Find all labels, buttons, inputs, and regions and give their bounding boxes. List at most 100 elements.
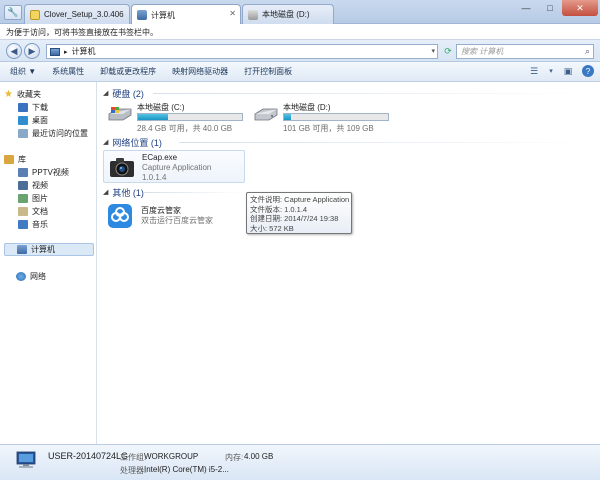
navigation-pane: ★ 收藏夹 下载 桌面 最近访问的位置 库 PPTV视频 视频 图片 文档 音乐… xyxy=(0,82,97,444)
tooltip-created: 创建日期: 2014/7/24 19:38 xyxy=(250,214,339,223)
chevron-down-icon[interactable]: ▾ xyxy=(548,65,554,77)
group-header-other[interactable]: ◢ 其他 (1) xyxy=(103,185,144,199)
minimize-button[interactable]: — xyxy=(514,0,538,16)
view-options-icon[interactable]: ☰ xyxy=(528,65,540,77)
preview-pane-icon[interactable]: ▣ xyxy=(562,65,574,77)
nav-item-desktop[interactable]: 桌面 xyxy=(18,114,48,127)
search-icon[interactable]: ⌕ xyxy=(585,46,590,57)
help-icon[interactable]: ? xyxy=(582,65,594,77)
organize-menu[interactable]: 组织 ▼ xyxy=(0,66,44,77)
open-control-panel-button[interactable]: 打开控制面板 xyxy=(236,66,300,77)
collapse-triangle-icon: ◢ xyxy=(103,189,109,196)
drive-d[interactable]: 本地磁盘 (D:) 101 GB 可用，共 109 GB xyxy=(253,102,393,138)
file-tooltip: 文件说明: Capture Application 文件版本: 1.0.1.4 … xyxy=(246,192,352,234)
system-drive-icon xyxy=(108,107,132,121)
map-network-drive-button[interactable]: 映射网络驱动器 xyxy=(164,66,236,77)
nav-libraries[interactable]: 库 xyxy=(4,153,26,166)
group-divider xyxy=(179,142,593,143)
nav-label: 音乐 xyxy=(32,220,48,229)
nav-item-pptv[interactable]: PPTV视频 xyxy=(18,166,69,179)
workgroup-value: WORKGROUP xyxy=(144,452,199,461)
nav-label: 桌面 xyxy=(32,116,48,125)
view-controls: ☰ ▾ ▣ ? xyxy=(528,65,594,77)
tab-drive-d[interactable]: 本地磁盘 (D:) xyxy=(242,4,334,24)
memory-value: 4.00 GB xyxy=(244,452,274,461)
bookmark-hint-bar: 为便于访问，可将书签直接放在书签栏中。 xyxy=(0,24,600,40)
tab-label: 计算机 xyxy=(151,10,175,20)
nav-item-recent[interactable]: 最近访问的位置 xyxy=(18,127,88,140)
content-pane: ◢ 硬盘 (2) 本地磁盘 (C:) 28.4 GB 可用，共 40.0 GB … xyxy=(97,82,600,444)
nav-label: PPTV视频 xyxy=(32,168,69,177)
tab-clover-setup[interactable]: Clover_Setup_3.0.406 xyxy=(24,4,130,24)
group-header-disks[interactable]: ◢ 硬盘 (2) xyxy=(103,86,144,100)
address-bar[interactable]: ▸ 计算机 ▾ xyxy=(46,44,438,59)
forward-button[interactable]: ▶ xyxy=(24,43,40,59)
computer-name: USER-20140724LG xyxy=(48,451,129,461)
drive-usage-bar xyxy=(283,113,389,121)
nav-item-pictures[interactable]: 图片 xyxy=(18,192,48,205)
nav-label: 收藏夹 xyxy=(16,90,41,99)
other-item-baidu[interactable]: 百度云管家 双击运行百度云管家 xyxy=(103,200,245,233)
drive-usage-bar xyxy=(137,113,243,121)
nav-item-documents[interactable]: 文档 xyxy=(18,205,48,218)
uninstall-program-button[interactable]: 卸载或更改程序 xyxy=(92,66,164,77)
nav-label: 图片 xyxy=(32,194,48,203)
close-window-button[interactable]: ✕ xyxy=(562,0,598,16)
tooltip-size: 大小: 572 KB xyxy=(250,223,294,233)
library-icon xyxy=(4,155,14,164)
hard-drive-icon xyxy=(254,108,278,121)
nav-network[interactable]: 网络 xyxy=(4,270,46,283)
computer-icon xyxy=(50,47,60,56)
item-description: 双击运行百度云管家 xyxy=(141,216,213,225)
computer-icon xyxy=(17,245,27,254)
folder-icon xyxy=(30,9,40,20)
group-divider xyxy=(143,192,243,193)
item-version: 1.0.1.4 xyxy=(142,173,167,182)
drive-name: 本地磁盘 (C:) xyxy=(137,103,185,112)
drive-icon xyxy=(248,9,258,20)
tab-label: 本地磁盘 (D:) xyxy=(262,10,310,19)
processor-value: Intel(R) Core(TM) i5-2... xyxy=(144,465,229,474)
nav-item-downloads[interactable]: 下载 xyxy=(18,101,48,114)
back-arrow-icon: ◀ xyxy=(10,45,18,56)
tooltip-version: 文件版本: 1.0.1.4 xyxy=(250,204,308,214)
tab-strip: 🔧 Clover_Setup_3.0.406 计算机 ✕ 本地磁盘 (D:) —… xyxy=(0,0,600,25)
nav-computer[interactable]: 计算机 xyxy=(4,243,94,256)
network-item-ecap[interactable]: ECap.exe Capture Application 1.0.1.4 xyxy=(103,150,245,183)
address-area: ◀ ▶ ▸ 计算机 ▾ ⟳ 搜索 计算机 ⌕ xyxy=(0,40,600,62)
refresh-icon: ⟳ xyxy=(444,46,452,56)
recent-places-icon xyxy=(18,129,28,138)
video-library-icon xyxy=(18,168,28,177)
desktop-icon xyxy=(18,116,28,125)
drive-size: 101 GB 可用，共 109 GB xyxy=(283,124,374,133)
nav-item-videos[interactable]: 视频 xyxy=(18,179,48,192)
wrench-menu-button[interactable]: 🔧 xyxy=(4,5,22,20)
nav-label: 库 xyxy=(18,155,26,164)
memory-label: 内存: xyxy=(225,453,244,462)
address-path: 计算机 xyxy=(71,47,96,56)
chevron-down-icon[interactable]: ▾ xyxy=(431,47,435,55)
close-tab-icon[interactable]: ✕ xyxy=(229,9,236,18)
computer-icon xyxy=(16,451,36,468)
group-divider xyxy=(153,93,593,94)
group-title: 网络位置 (1) xyxy=(112,137,162,148)
nav-favorites[interactable]: ★ 收藏夹 xyxy=(4,88,41,101)
search-input[interactable]: 搜索 计算机 ⌕ xyxy=(456,44,594,59)
star-icon: ★ xyxy=(4,89,13,100)
camera-icon xyxy=(110,158,134,177)
group-header-network[interactable]: ◢ 网络位置 (1) xyxy=(103,135,162,149)
computer-icon xyxy=(137,10,147,20)
nav-item-music[interactable]: 音乐 xyxy=(18,218,48,231)
wrench-icon: 🔧 xyxy=(7,7,19,17)
system-properties-button[interactable]: 系统属性 xyxy=(44,66,92,77)
refresh-button[interactable]: ⟳ xyxy=(442,44,454,59)
maximize-button[interactable]: □ xyxy=(538,0,562,16)
back-button[interactable]: ◀ xyxy=(6,43,22,59)
tab-computer[interactable]: 计算机 ✕ xyxy=(131,4,241,25)
group-title: 其他 (1) xyxy=(112,187,144,198)
item-name: ECap.exe xyxy=(142,153,178,162)
nav-label: 计算机 xyxy=(31,245,55,254)
drive-size: 28.4 GB 可用，共 40.0 GB xyxy=(137,124,233,133)
processor-label: 处理器: xyxy=(120,466,147,475)
drive-c[interactable]: 本地磁盘 (C:) 28.4 GB 可用，共 40.0 GB xyxy=(107,102,247,138)
